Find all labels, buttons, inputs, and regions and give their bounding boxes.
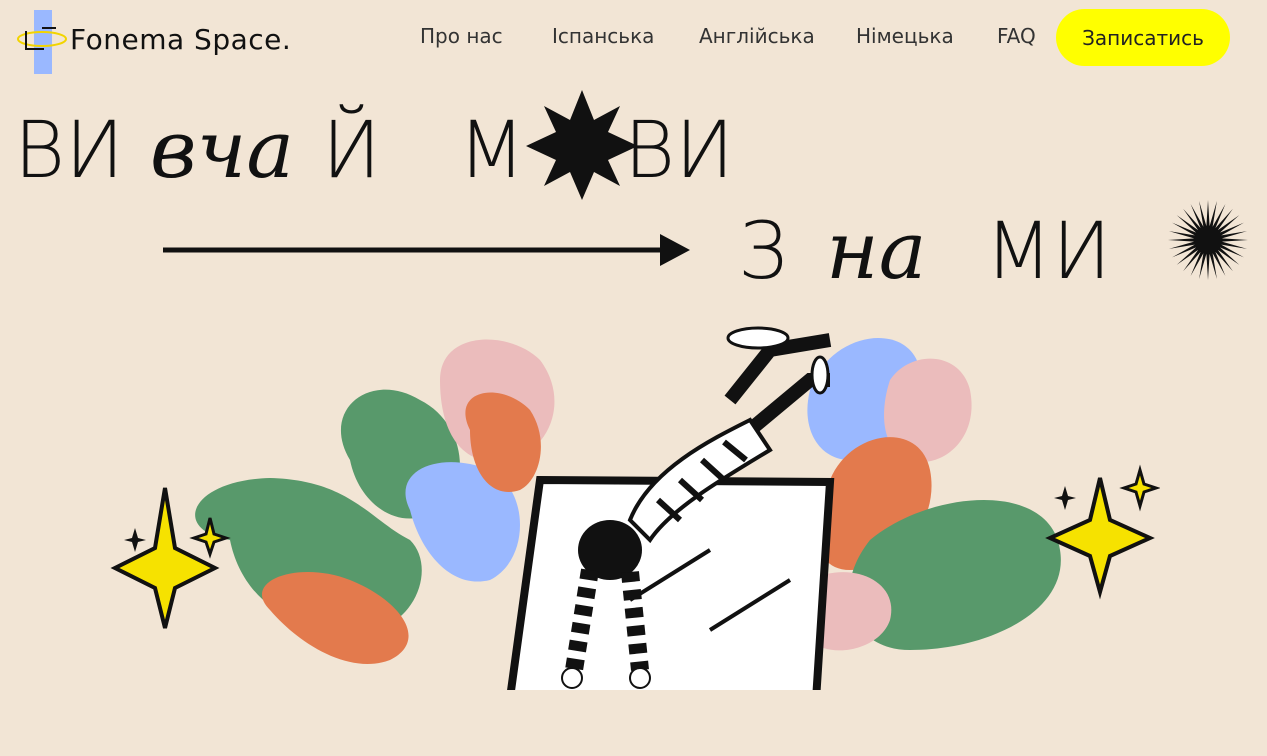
- signup-button[interactable]: Записатись: [1056, 9, 1230, 66]
- person-diving-into-laptop-illustration: [110, 326, 1160, 690]
- nav-about[interactable]: Про нас: [420, 24, 503, 48]
- hero-headline: ВИ вча Й М ВИ З на МИ: [14, 90, 1248, 297]
- nav-english[interactable]: Англійська: [699, 24, 815, 48]
- headline-word-2a: З: [738, 207, 788, 297]
- arrow-right-icon: [163, 234, 690, 266]
- hero-section: ВИ вча Й М ВИ З на МИ: [0, 80, 1267, 756]
- site-header: Fonema Space. Про нас Іспанська Англійсь…: [0, 0, 1267, 76]
- headline-word-1d: М: [458, 106, 525, 196]
- logo-icon: [17, 10, 67, 74]
- headline-word-1b: вча: [150, 103, 294, 196]
- sun-burst-icon: [1168, 200, 1248, 280]
- headline-word-2b: на: [826, 204, 926, 297]
- headline-word-1a: ВИ: [14, 106, 124, 196]
- nav-german[interactable]: Німецька: [856, 24, 954, 48]
- brand-name: Fonema Space.: [70, 23, 292, 56]
- star-burst-icon: [526, 90, 638, 200]
- headline-word-1c: Й: [322, 103, 381, 196]
- headline-word-2c: МИ: [985, 207, 1111, 297]
- sparkle-icon: [1045, 464, 1160, 600]
- nav-faq[interactable]: FAQ: [997, 24, 1036, 48]
- headline-word-1e: ВИ: [624, 106, 734, 196]
- nav-spanish[interactable]: Іспанська: [552, 24, 654, 48]
